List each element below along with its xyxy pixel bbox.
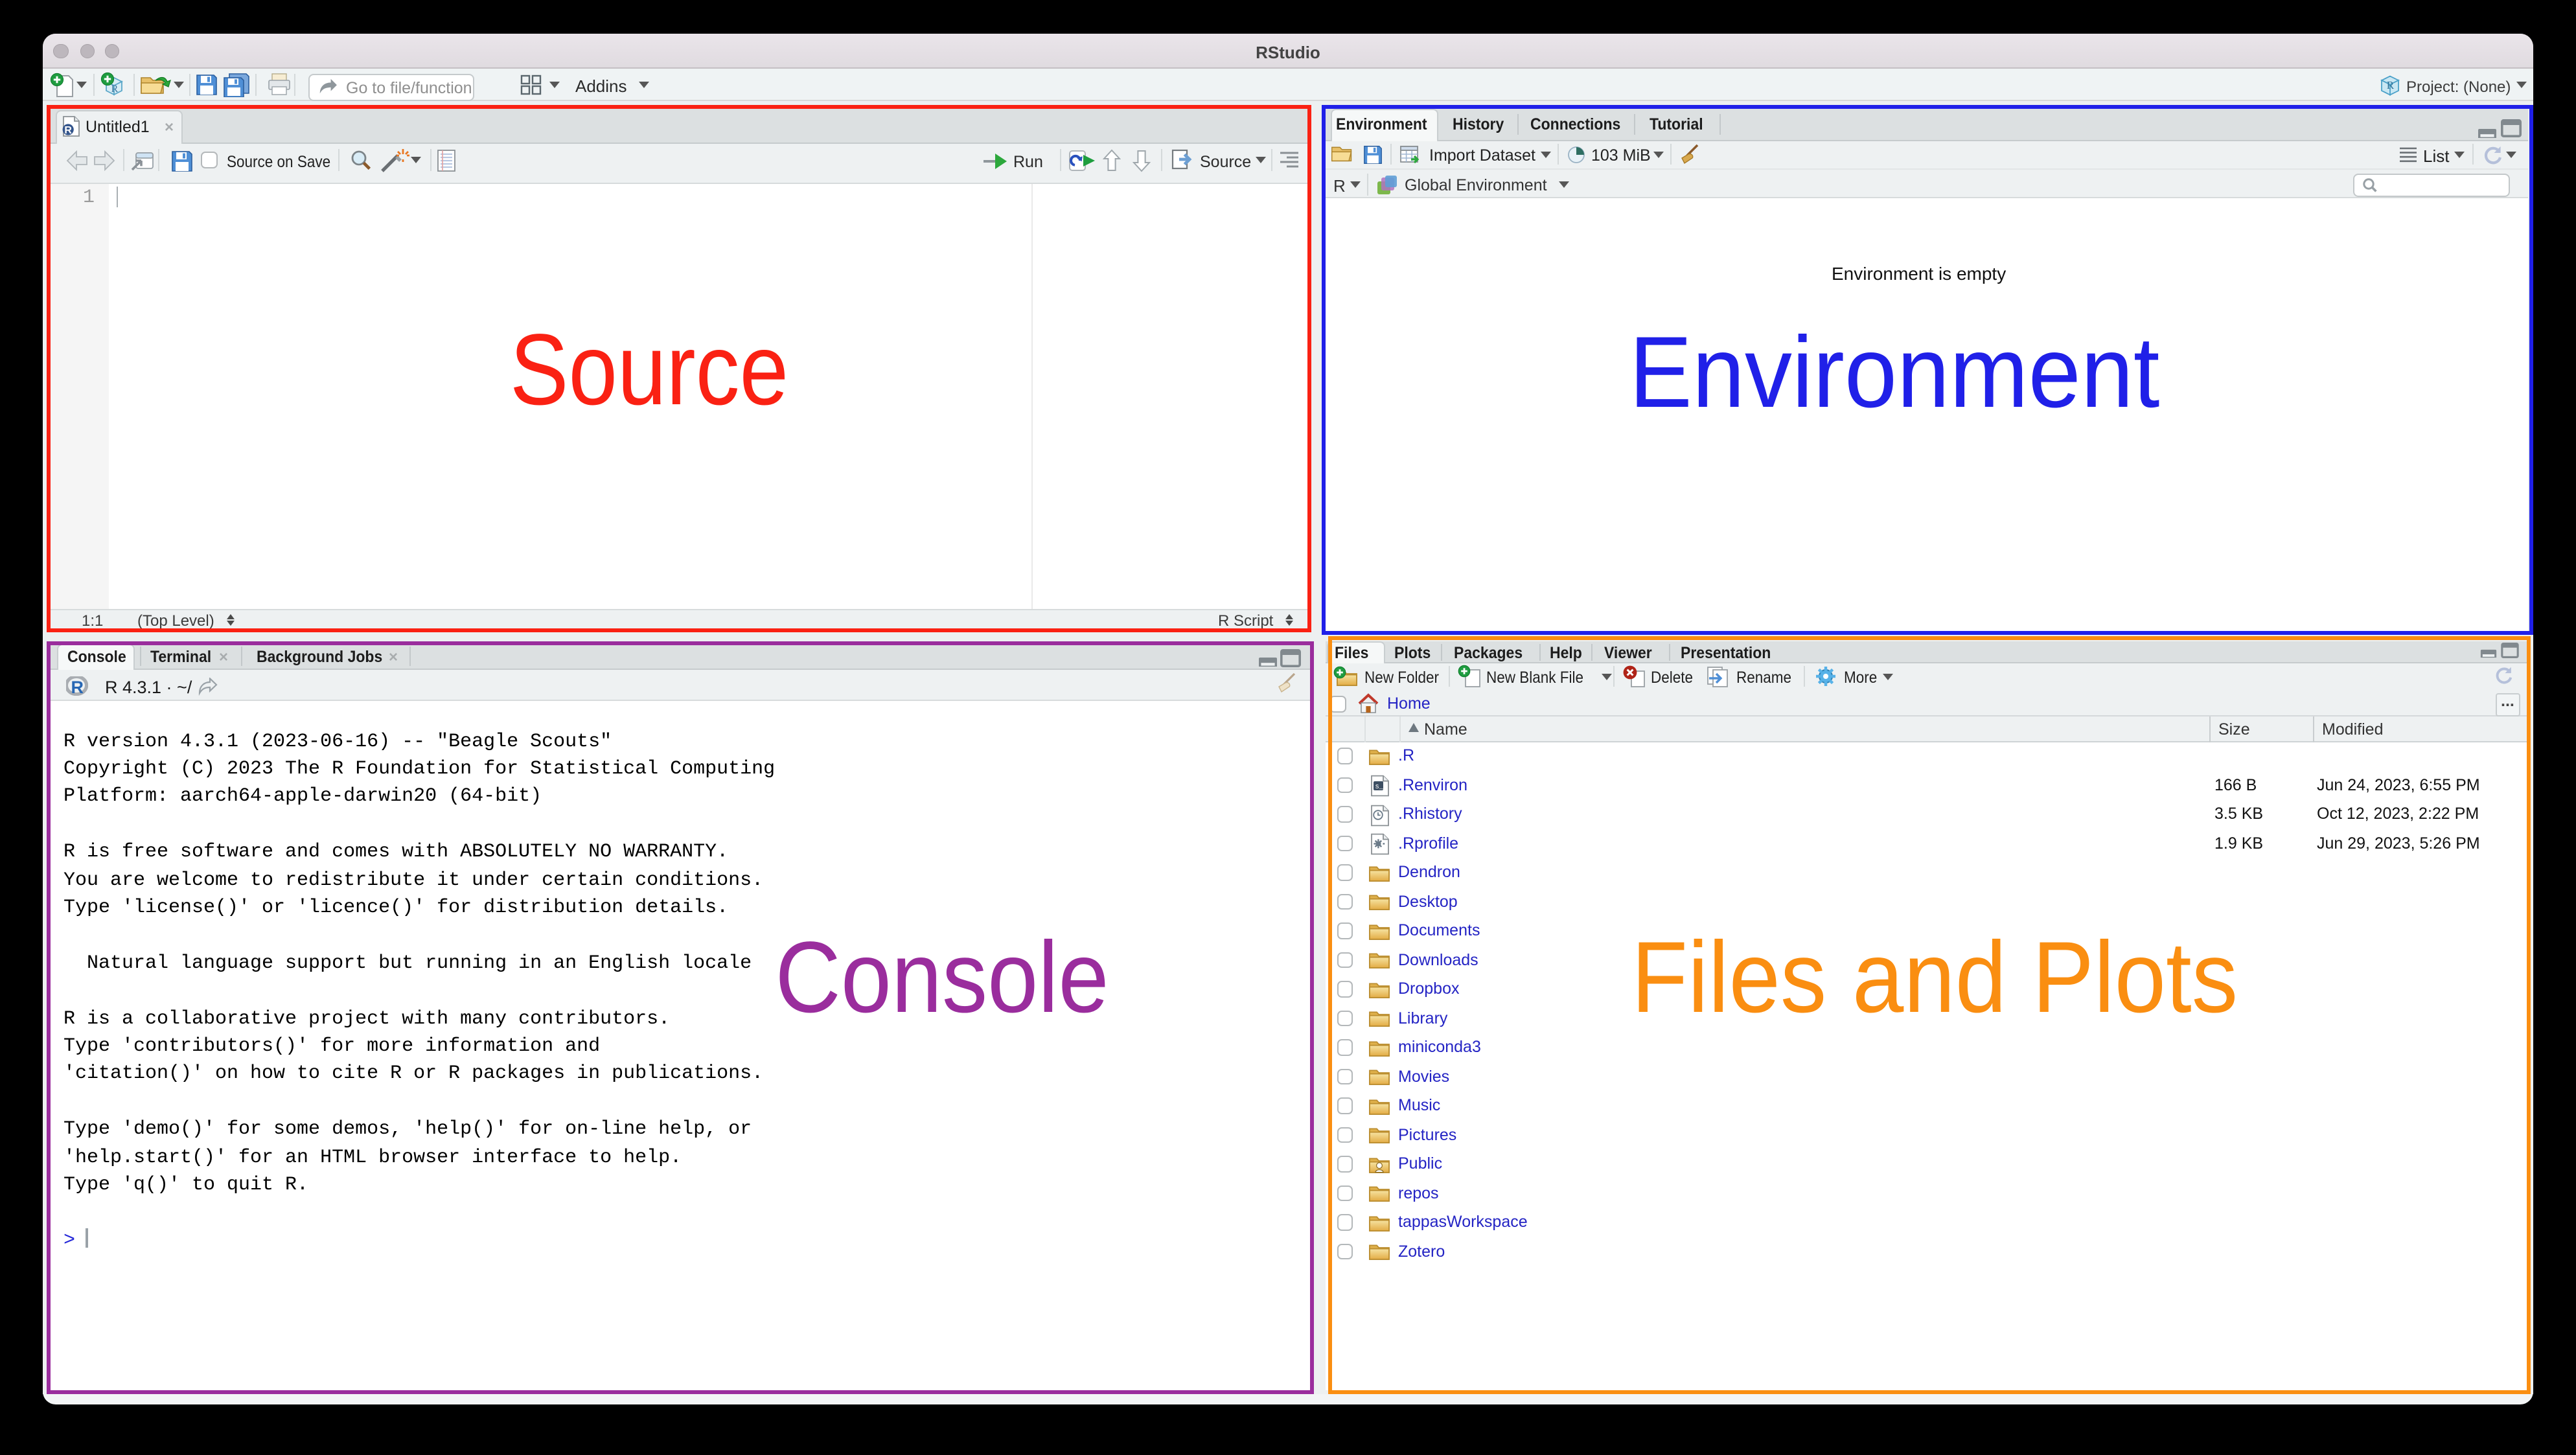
svg-text:R: R	[2387, 78, 2395, 91]
svg-text:R: R	[111, 84, 119, 95]
